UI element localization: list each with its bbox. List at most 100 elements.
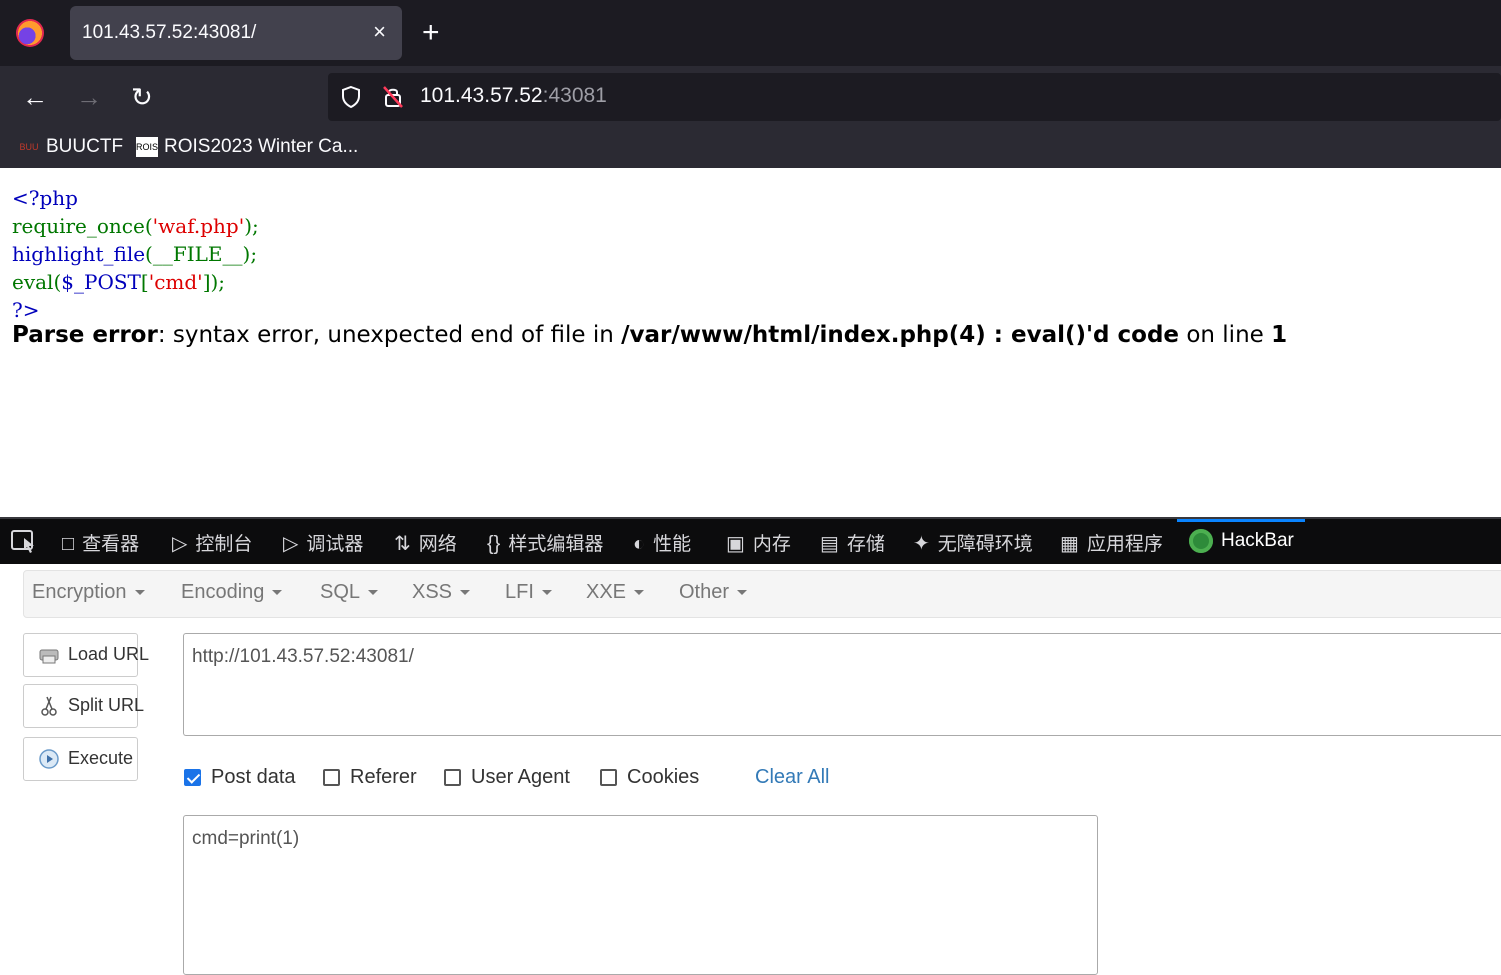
code-token: (__FILE__: [145, 242, 243, 266]
accessibility-icon: ✦: [913, 533, 930, 555]
devtools-tab-label: 应用程序: [1086, 534, 1163, 555]
address-bar[interactable]: 101.43.57.52:43081: [328, 73, 1501, 121]
braces-icon: {}: [487, 533, 501, 555]
hackbar-menu: Encryption Encoding SQL XSS LFI XXE Othe…: [23, 570, 1501, 618]
insecure-lock-icon[interactable]: [382, 85, 404, 109]
menu-label: Encoding: [181, 581, 265, 603]
code-token: ]);: [202, 270, 226, 294]
load-url-button[interactable]: Load URL: [23, 633, 149, 677]
hackbar-logo-icon: [1189, 529, 1213, 553]
referer-checkbox[interactable]: Referer: [323, 766, 417, 789]
inspector-icon: □: [62, 533, 75, 555]
devtools-tab-accessibility[interactable]: ✦ 无障碍环境: [913, 529, 1033, 556]
code-token: eval: [12, 270, 54, 294]
checkbox-label: Post data: [211, 766, 296, 788]
devtools-tab-hackbar[interactable]: HackBar: [1177, 519, 1305, 562]
menu-label: SQL: [320, 581, 361, 603]
forward-arrow-icon[interactable]: →: [76, 82, 102, 112]
grid-icon: ▦: [1060, 533, 1079, 555]
error-file: /var/www/html/index.php(4) : eval()'d co…: [621, 322, 1180, 348]
memory-chip-icon: ▣: [726, 533, 745, 555]
devtools-tab-memory[interactable]: ▣ 内存: [726, 529, 791, 556]
code-token: );: [242, 242, 258, 266]
user-agent-checkbox[interactable]: User Agent: [444, 766, 570, 789]
devtools-tab-inspector[interactable]: □ 查看器: [62, 529, 139, 556]
devtools-tab-network[interactable]: ⇅ 网络: [394, 529, 457, 556]
element-picker-icon[interactable]: [10, 528, 38, 560]
firefox-logo-icon[interactable]: [16, 19, 44, 47]
bookmark-label: BUUCTF: [46, 136, 124, 157]
devtools-tab-label: HackBar: [1221, 530, 1294, 552]
menu-encryption[interactable]: Encryption: [32, 581, 145, 604]
url-textarea[interactable]: http://101.43.57.52:43081/: [183, 633, 1501, 736]
post-data-checkbox[interactable]: Post data: [184, 766, 296, 789]
menu-lfi[interactable]: LFI: [505, 581, 552, 604]
reload-icon[interactable]: ↻: [131, 82, 153, 112]
menu-label: Encryption: [32, 581, 127, 603]
checkbox-checked-icon: [184, 769, 201, 786]
devtools-tab-storage[interactable]: ▤ 存储: [820, 529, 885, 556]
split-url-button[interactable]: Split URL: [23, 684, 144, 728]
menu-sql[interactable]: SQL: [320, 581, 379, 604]
back-arrow-icon[interactable]: ←: [22, 82, 48, 112]
devtools-tab-debugger[interactable]: ▷ 调试器: [283, 529, 363, 556]
buuctf-favicon-icon: BUU: [19, 141, 39, 152]
tab-bar: 101.43.57.52:43081/ × +: [0, 0, 1501, 66]
menu-other[interactable]: Other: [679, 581, 748, 604]
shield-icon[interactable]: [340, 85, 362, 109]
code-token: );: [244, 214, 259, 238]
caret-down-icon: [737, 590, 748, 596]
devtools-tab-label: 查看器: [82, 534, 140, 555]
url-text[interactable]: 101.43.57.52:43081: [420, 84, 607, 108]
caret-down-icon: [541, 590, 552, 596]
post-data-textarea[interactable]: cmd=print(1): [183, 815, 1098, 975]
menu-xxe[interactable]: XXE: [586, 581, 645, 604]
code-token: 'cmd': [148, 270, 203, 294]
cookies-checkbox[interactable]: Cookies: [600, 766, 699, 789]
checkbox-label: User Agent: [471, 766, 570, 788]
gauge-icon: ◐: [633, 533, 646, 555]
error-line-number: 1: [1271, 322, 1288, 348]
code-token: $_POST: [61, 270, 141, 294]
devtools-tab-label: 内存: [752, 534, 791, 555]
parse-error-message: Parse error: syntax error, unexpected en…: [12, 322, 1287, 348]
close-tab-icon[interactable]: ×: [373, 19, 386, 45]
menu-xss[interactable]: XSS: [412, 581, 471, 604]
devtools-tab-label: 样式编辑器: [508, 534, 604, 555]
storage-icon: ▤: [820, 533, 839, 555]
devtools-tab-application[interactable]: ▦ 应用程序: [1060, 529, 1163, 556]
button-label: Execute: [68, 748, 134, 768]
devtools-tab-performance[interactable]: ◐ 性能: [633, 529, 691, 556]
bookmarks-bar: BUU BUUCTF ROIS ROIS2023 Winter Ca...: [0, 128, 1501, 168]
caret-down-icon: [272, 590, 283, 596]
bookmark-buuctf[interactable]: BUU BUUCTF: [18, 136, 123, 158]
code-token: 'waf.php': [152, 214, 245, 238]
devtools-tab-label: 控制台: [195, 534, 253, 555]
menu-label: XSS: [412, 581, 453, 603]
code-token: require_once: [12, 214, 145, 238]
devtools-tab-label: 调试器: [306, 534, 364, 555]
php-source-code: <?php require_once('waf.php'); highlight…: [12, 184, 259, 324]
button-label: Split URL: [68, 695, 145, 715]
post-value: cmd=print(1): [192, 828, 300, 849]
url-host: 101.43.57.52: [420, 84, 543, 107]
menu-label: XXE: [586, 581, 627, 603]
load-url-icon: [39, 649, 59, 664]
devtools-tab-console[interactable]: ▷ 控制台: [172, 529, 252, 556]
caret-down-icon: [634, 590, 645, 596]
devtools-tab-style-editor[interactable]: {} 样式编辑器: [487, 529, 603, 556]
scissors-icon: [41, 696, 57, 716]
checkbox-label: Referer: [350, 766, 417, 788]
error-label: Parse error: [12, 322, 158, 348]
clear-all-link[interactable]: Clear All: [755, 766, 829, 789]
code-line: <?php: [12, 186, 78, 210]
caret-down-icon: [368, 590, 379, 596]
menu-label: LFI: [505, 581, 534, 603]
bookmark-rois2023[interactable]: ROIS ROIS2023 Winter Ca...: [136, 136, 358, 158]
execute-button[interactable]: Execute: [23, 737, 138, 781]
new-tab-button[interactable]: +: [422, 15, 440, 51]
menu-encoding[interactable]: Encoding: [181, 581, 283, 604]
browser-tab[interactable]: 101.43.57.52:43081/ ×: [70, 6, 402, 60]
url-port: :43081: [542, 84, 607, 107]
caret-down-icon: [134, 590, 145, 596]
